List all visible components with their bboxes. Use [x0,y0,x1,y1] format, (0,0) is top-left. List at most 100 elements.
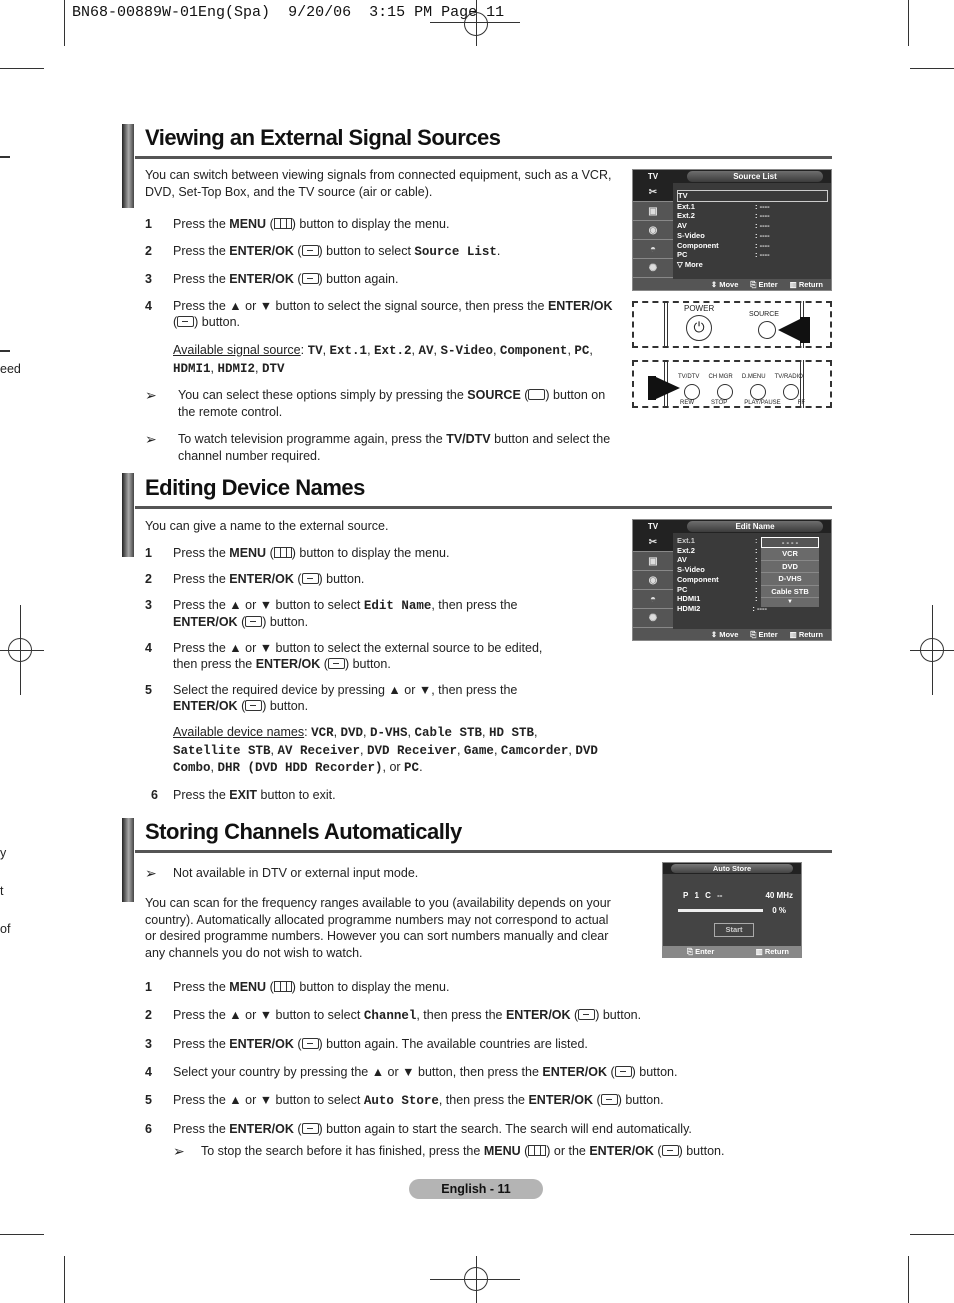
osd-row[interactable]: Ext.1: ---- [677,202,828,212]
enter-icon [661,1145,679,1156]
arrow-icon: ➢ [145,431,157,447]
frequency: 40 MHz [765,891,793,900]
osd-tab: TV [647,172,659,181]
enter-icon [614,1066,632,1077]
osd-title: Auto Store [671,864,793,873]
sound-icon: ◉ [633,571,673,590]
osd-row[interactable]: Ext.2: [677,546,767,556]
osd-list: TV Ext.1: ---- Ext.2: ---- AV: ---- S-Vi… [677,190,828,270]
osd-row[interactable]: HDMI1: [677,594,767,604]
margin-fragment: y [0,846,7,860]
osd-footer: ⇕ Move ⎘ Enter ▥ Return [633,629,831,640]
step: 4 Select your country by pressing the ▲ o… [145,1065,678,1079]
print-header: BN68-00889W-01Eng(Spa) 9/20/06 3:15 PM P… [72,4,505,21]
option-name: TV [307,344,323,358]
margin-fragment: t [0,884,4,898]
step: 4 Press the ▲ or ▼ button to select the s… [145,299,613,329]
option-name: D-VHS [370,726,408,740]
steps-list: 1 Press the MENU () button to display the… [145,545,625,803]
step: 5 Select the required device by pressing … [145,683,518,713]
osd-row[interactable]: HDMI2: ---- [677,604,767,614]
picture-icon: ▣ [633,552,673,571]
osd-row[interactable]: Ext.1: [677,536,767,546]
step: 3 Press the ENTER/OK () button again. The… [145,1037,588,1051]
osd-row[interactable]: AV: ---- [677,221,828,231]
osd-row[interactable]: Component: [677,575,767,585]
crop-mark [64,1256,65,1303]
remote-labels: TV/DTV CH MGR D.MENU TV/RADIO [678,374,803,380]
osd-footer: ⇕ Move ⎘ Enter ▥ Return [633,279,831,290]
dropdown-option[interactable]: D-VHS [761,573,819,586]
dropdown-option-selected[interactable]: - - - - [761,537,819,548]
osd-title: Edit Name [687,521,823,532]
option-name: Camcorder [500,743,569,758]
enter-icon [327,658,345,669]
option-name: PC [404,761,420,775]
step: 5 Press the ▲ or ▼ button to select Auto … [145,1093,664,1108]
scroll-down-icon[interactable]: ▼ [761,598,819,607]
margin-fragment: of [0,922,11,936]
option-name: VCR [311,726,334,740]
margin-fragment: eed [0,362,21,376]
menu-icon [273,547,292,558]
crop-mark [0,68,44,69]
power-icon: ⏻ [686,315,712,341]
arrow-icon: ➢ [145,865,157,881]
page-number: English - 11 [409,1179,543,1199]
step: 2 Press the ENTER/OK () button to select … [145,244,501,259]
step: 2 Press the ENTER/OK () button. [145,572,365,586]
input-icon: ✂ [633,533,673,552]
dropdown-option[interactable]: VCR [761,548,819,561]
option-name: Game [463,743,494,758]
osd-dropdown[interactable]: - - - - VCR DVD D-VHS Cable STB ▼ [761,537,819,607]
crop-mark [908,1256,909,1303]
osd-row[interactable]: PC: ---- [677,250,828,260]
option-name: HDMI2 [217,361,255,376]
option-name: Ext.2 [374,344,412,358]
option-name: DHR (DVD HDD Recorder) [217,761,383,775]
arrow-icon: ➢ [173,1143,185,1159]
option-name: HDMI1 [173,361,211,376]
step: 2 Press the ▲ or ▼ button to select Chann… [145,1008,642,1023]
crop-mark [908,0,909,46]
enter-icon [578,1009,596,1020]
source-label: SOURCE [749,311,779,318]
dropdown-option[interactable]: Cable STB [761,586,819,598]
section-bar [122,473,134,557]
menu-icon [273,218,292,229]
progress-bar [678,909,763,912]
source-button [758,321,776,339]
osd-row[interactable]: PC: [677,585,767,595]
section-rule [135,850,832,853]
osd-auto-store: Auto Store P 1 C -- 40 MHz 0 % Start ⎘ E… [662,862,802,958]
option-name: DVD Receiver [366,743,457,758]
osd-row[interactable]: AV: [677,555,767,565]
step: 1 Press the MENU () button to display the… [145,980,450,994]
osd-row[interactable]: Ext.2: ---- [677,211,828,221]
channel-icon: ◓ [633,240,673,259]
crop-mark [910,68,954,69]
osd-row[interactable]: S-Video: ---- [677,231,828,241]
option-name: S-Video [440,344,493,358]
registration-mark [464,12,488,36]
section-intro: You can switch between viewing signals f… [145,168,612,199]
osd-row[interactable]: Component: ---- [677,241,828,251]
osd-more[interactable]: ▽ More [677,260,828,270]
enter-icon [301,573,319,584]
option-name: HD STB [488,726,534,740]
section-intro: You can scan for the frequency ranges av… [145,896,611,960]
osd-row[interactable]: S-Video: [677,565,767,575]
dropdown-option[interactable]: DVD [761,561,819,573]
enter-icon [301,1123,319,1134]
option-name: Cable STB [414,726,482,740]
option-name: DTV [261,361,285,376]
margin-mark [0,156,10,158]
section-rule [135,156,832,159]
source-icon [528,389,546,400]
step: 4 Press the ▲ or ▼ button to select the e… [145,641,543,671]
pointer-arrow-icon [778,319,800,341]
start-button[interactable]: Start [714,923,754,937]
osd-row-selected[interactable]: TV [677,190,828,202]
osd-source-list: TV Source List ✂ ▣ ◉ ◓ ✺ TV Ext.1: ---- Ext.2… [632,169,832,291]
menu-icon [528,1145,547,1156]
